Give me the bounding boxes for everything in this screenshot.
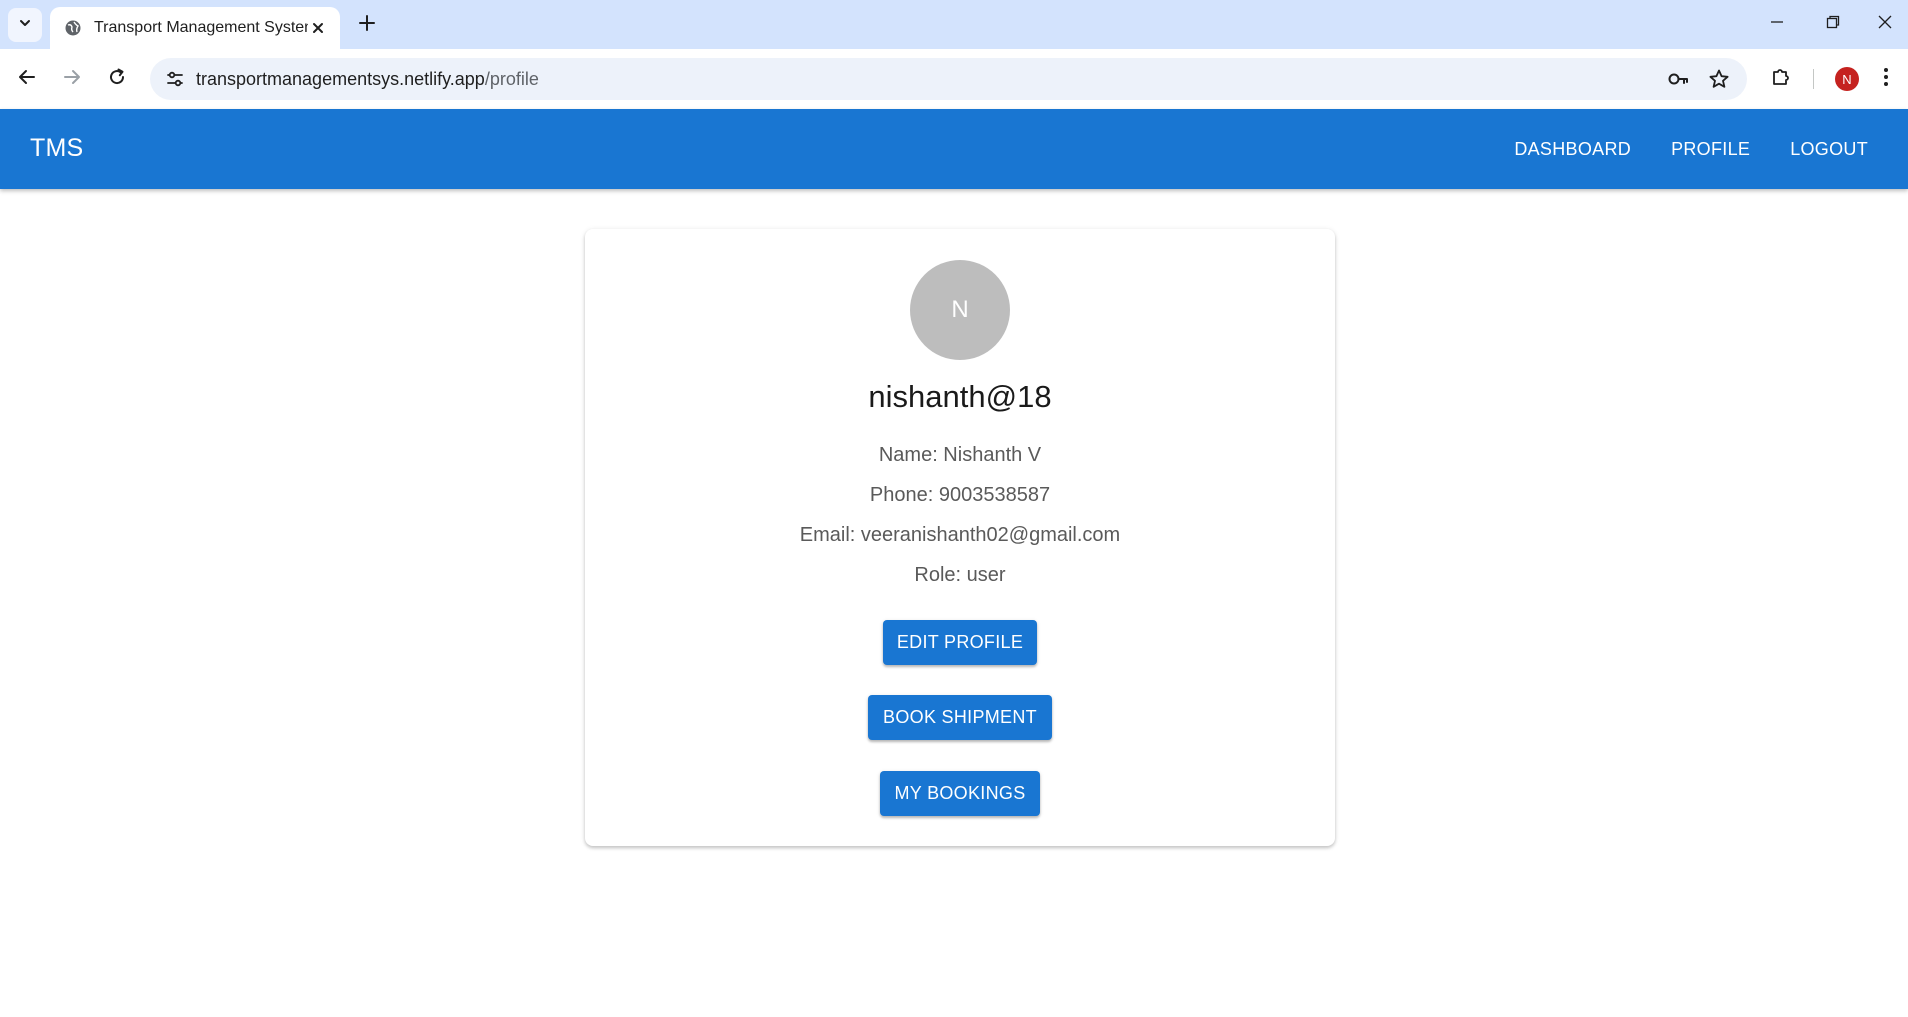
chevron-down-icon: [18, 16, 32, 35]
brand-logo-text[interactable]: TMS: [30, 134, 83, 163]
extensions-button[interactable]: [1763, 61, 1799, 97]
browser-menu-button[interactable]: [1874, 61, 1898, 97]
close-icon: [1878, 15, 1892, 34]
app-header: TMS DASHBOARD PROFILE LOGOUT: [0, 109, 1908, 189]
url-text: transportmanagementsys.netlify.app/profi…: [196, 69, 539, 90]
globe-icon: [64, 19, 82, 37]
profile-username: nishanth@18: [868, 379, 1052, 414]
browser-tab-strip: Transport Management System: [0, 0, 1908, 49]
avatar: N: [910, 260, 1010, 360]
minimize-icon: [1770, 15, 1784, 34]
back-button[interactable]: [9, 61, 45, 97]
url-host: transportmanagementsys.netlify.app: [196, 69, 485, 89]
browser-toolbar: transportmanagementsys.netlify.app/profi…: [0, 49, 1908, 109]
address-bar[interactable]: transportmanagementsys.netlify.app/profi…: [150, 58, 1747, 100]
restore-button[interactable]: [1810, 6, 1856, 42]
close-icon[interactable]: [308, 18, 328, 38]
my-bookings-button[interactable]: MY BOOKINGS: [880, 771, 1040, 816]
tab-title: Transport Management System: [94, 19, 308, 36]
plus-icon: [358, 14, 376, 37]
tune-icon[interactable]: [160, 64, 190, 94]
puzzle-icon: [1770, 66, 1792, 93]
star-icon[interactable]: [1704, 64, 1734, 94]
reload-icon: [107, 67, 127, 92]
reload-button[interactable]: [99, 61, 135, 97]
toolbar-divider: [1813, 69, 1814, 89]
browser-tab-active[interactable]: Transport Management System: [50, 7, 340, 49]
profile-card: N nishanth@18 Name: Nishanth V Phone: 90…: [585, 229, 1335, 846]
tab-search-button[interactable]: [8, 8, 42, 42]
forward-button[interactable]: [54, 61, 90, 97]
profile-name: Name: Nishanth V: [878, 444, 1042, 466]
nav-logout-button[interactable]: LOGOUT: [1774, 133, 1884, 166]
new-tab-button[interactable]: [352, 10, 382, 40]
profile-email: Email: veeranishanth02@gmail.com: [799, 524, 1121, 546]
profile-role: Role: user: [914, 564, 1006, 586]
key-icon[interactable]: [1663, 64, 1693, 94]
edit-profile-button[interactable]: EDIT PROFILE: [883, 620, 1037, 665]
arrow-right-icon: [62, 67, 82, 92]
nav-profile-button[interactable]: PROFILE: [1655, 133, 1766, 166]
nav-dashboard-button[interactable]: DASHBOARD: [1498, 133, 1647, 166]
browser-profile-avatar[interactable]: N: [1835, 67, 1859, 91]
url-path: /profile: [484, 69, 539, 89]
close-window-button[interactable]: [1862, 6, 1908, 42]
profile-phone: Phone: 9003538587: [869, 484, 1051, 506]
arrow-left-icon: [17, 67, 37, 92]
book-shipment-button[interactable]: BOOK SHIPMENT: [868, 695, 1052, 740]
minimize-button[interactable]: [1754, 6, 1800, 42]
app-nav: DASHBOARD PROFILE LOGOUT: [1490, 133, 1884, 166]
restore-icon: [1826, 15, 1840, 34]
kebab-menu-icon: [1883, 67, 1889, 92]
